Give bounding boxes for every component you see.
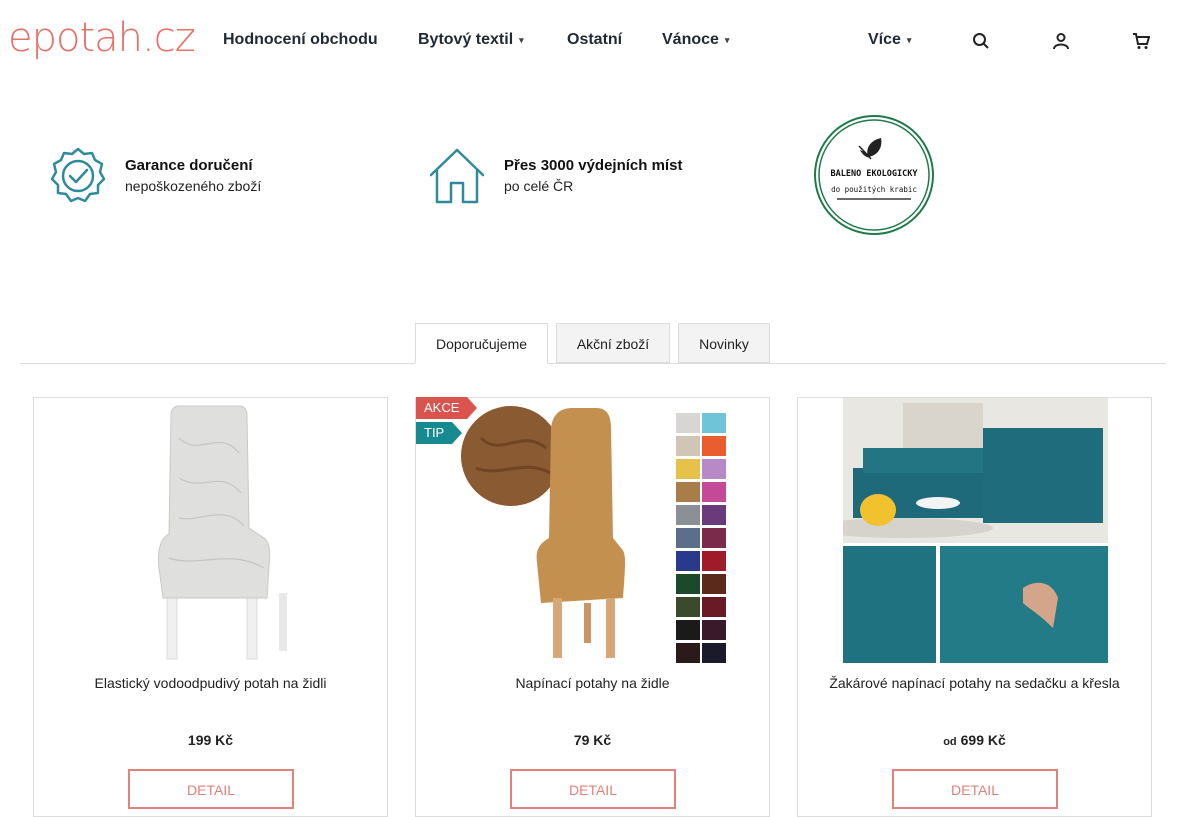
nav-label: Více <box>868 31 901 49</box>
detail-button[interactable]: DETAIL <box>892 769 1058 809</box>
product-image[interactable] <box>461 398 726 663</box>
detail-button[interactable]: DETAIL <box>510 769 676 809</box>
benefit-subtitle: nepoškozeného zboží <box>125 178 262 194</box>
chevron-down-icon: ▾ <box>519 35 524 45</box>
benefit-title: Garance doručení <box>125 157 253 174</box>
product-name[interactable]: Žakárové napínací potahy na sedačku a kř… <box>798 675 1151 691</box>
user-icon[interactable] <box>1051 32 1071 52</box>
site-logo[interactable]: epotah.cz <box>8 10 196 66</box>
benefit-pickup: Přes 3000 výdejních míst po celé ČR <box>427 145 757 205</box>
detail-button[interactable]: DETAIL <box>128 769 294 809</box>
product-price-value: 199 Kč <box>187 732 234 748</box>
product-card[interactable]: Žakárové napínací potahy na sedačku a kř… <box>797 397 1152 817</box>
product-price: 79 Kč <box>416 732 769 748</box>
product-price-value: 699 Kč <box>960 732 1006 748</box>
chevron-down-icon: ▾ <box>906 35 912 45</box>
product-image[interactable] <box>843 398 1108 663</box>
benefit-subtitle: po celé ČR <box>504 178 574 194</box>
tip-flag: TIP <box>416 422 463 444</box>
nav-label: Bytový textil <box>418 31 514 49</box>
nav-item-vanoce[interactable]: Vánoce ▾ <box>662 30 729 50</box>
price-prefix: od <box>943 736 957 748</box>
badge-check-icon <box>50 147 106 203</box>
nav-item-bytovy-textil[interactable]: Bytový textil ▾ <box>418 30 524 50</box>
eco-badge-line1: BALENO EKOLOGICKY <box>831 169 919 179</box>
benefit-delivery: Garance doručení nepoškozeného zboží <box>48 145 378 205</box>
product-name[interactable]: Napínací potahy na židle <box>416 675 769 691</box>
tab-novinky[interactable]: Novinky <box>678 323 770 363</box>
cart-icon[interactable] <box>1131 32 1151 52</box>
house-icon <box>429 148 485 204</box>
nav-label: Vánoce <box>662 31 719 49</box>
product-price: 199 Kč <box>34 732 387 748</box>
search-icon[interactable] <box>971 32 991 52</box>
chevron-down-icon: ▾ <box>724 35 730 45</box>
eco-packaging-badge: BALENO EKOLOGICKY do použitých krabic <box>814 115 934 235</box>
product-name[interactable]: Elastický vodoodpudivý potah na židli <box>34 675 387 691</box>
product-price-value: 79 Kč <box>573 732 612 748</box>
tab-doporucujeme[interactable]: Doporučujeme <box>415 323 548 364</box>
benefit-title: Přes 3000 výdejních míst <box>504 157 683 174</box>
nav-item-hodnoceni[interactable]: Hodnocení obchodu <box>223 30 378 50</box>
site-header: epotah.cz Hodnocení obchodu Bytový texti… <box>0 0 1200 80</box>
nav-label: Ostatní <box>567 31 623 48</box>
nav-item-vice[interactable]: Více ▾ <box>868 30 911 50</box>
product-card[interactable]: AKCE TIP Napínací potahy na židle 79 Kč … <box>415 397 770 817</box>
tab-akcni-zbozi[interactable]: Akční zboží <box>556 323 670 363</box>
product-image[interactable] <box>79 398 344 663</box>
sale-flag: AKCE <box>416 397 478 419</box>
eco-badge-line2: do použitých krabic <box>831 185 917 194</box>
product-price: od 699 Kč <box>798 732 1151 748</box>
nav-item-ostatni[interactable]: Ostatní <box>567 30 622 50</box>
nav-label: Hodnocení obchodu <box>223 31 378 48</box>
product-card[interactable]: Elastický vodoodpudivý potah na židli 19… <box>33 397 388 817</box>
